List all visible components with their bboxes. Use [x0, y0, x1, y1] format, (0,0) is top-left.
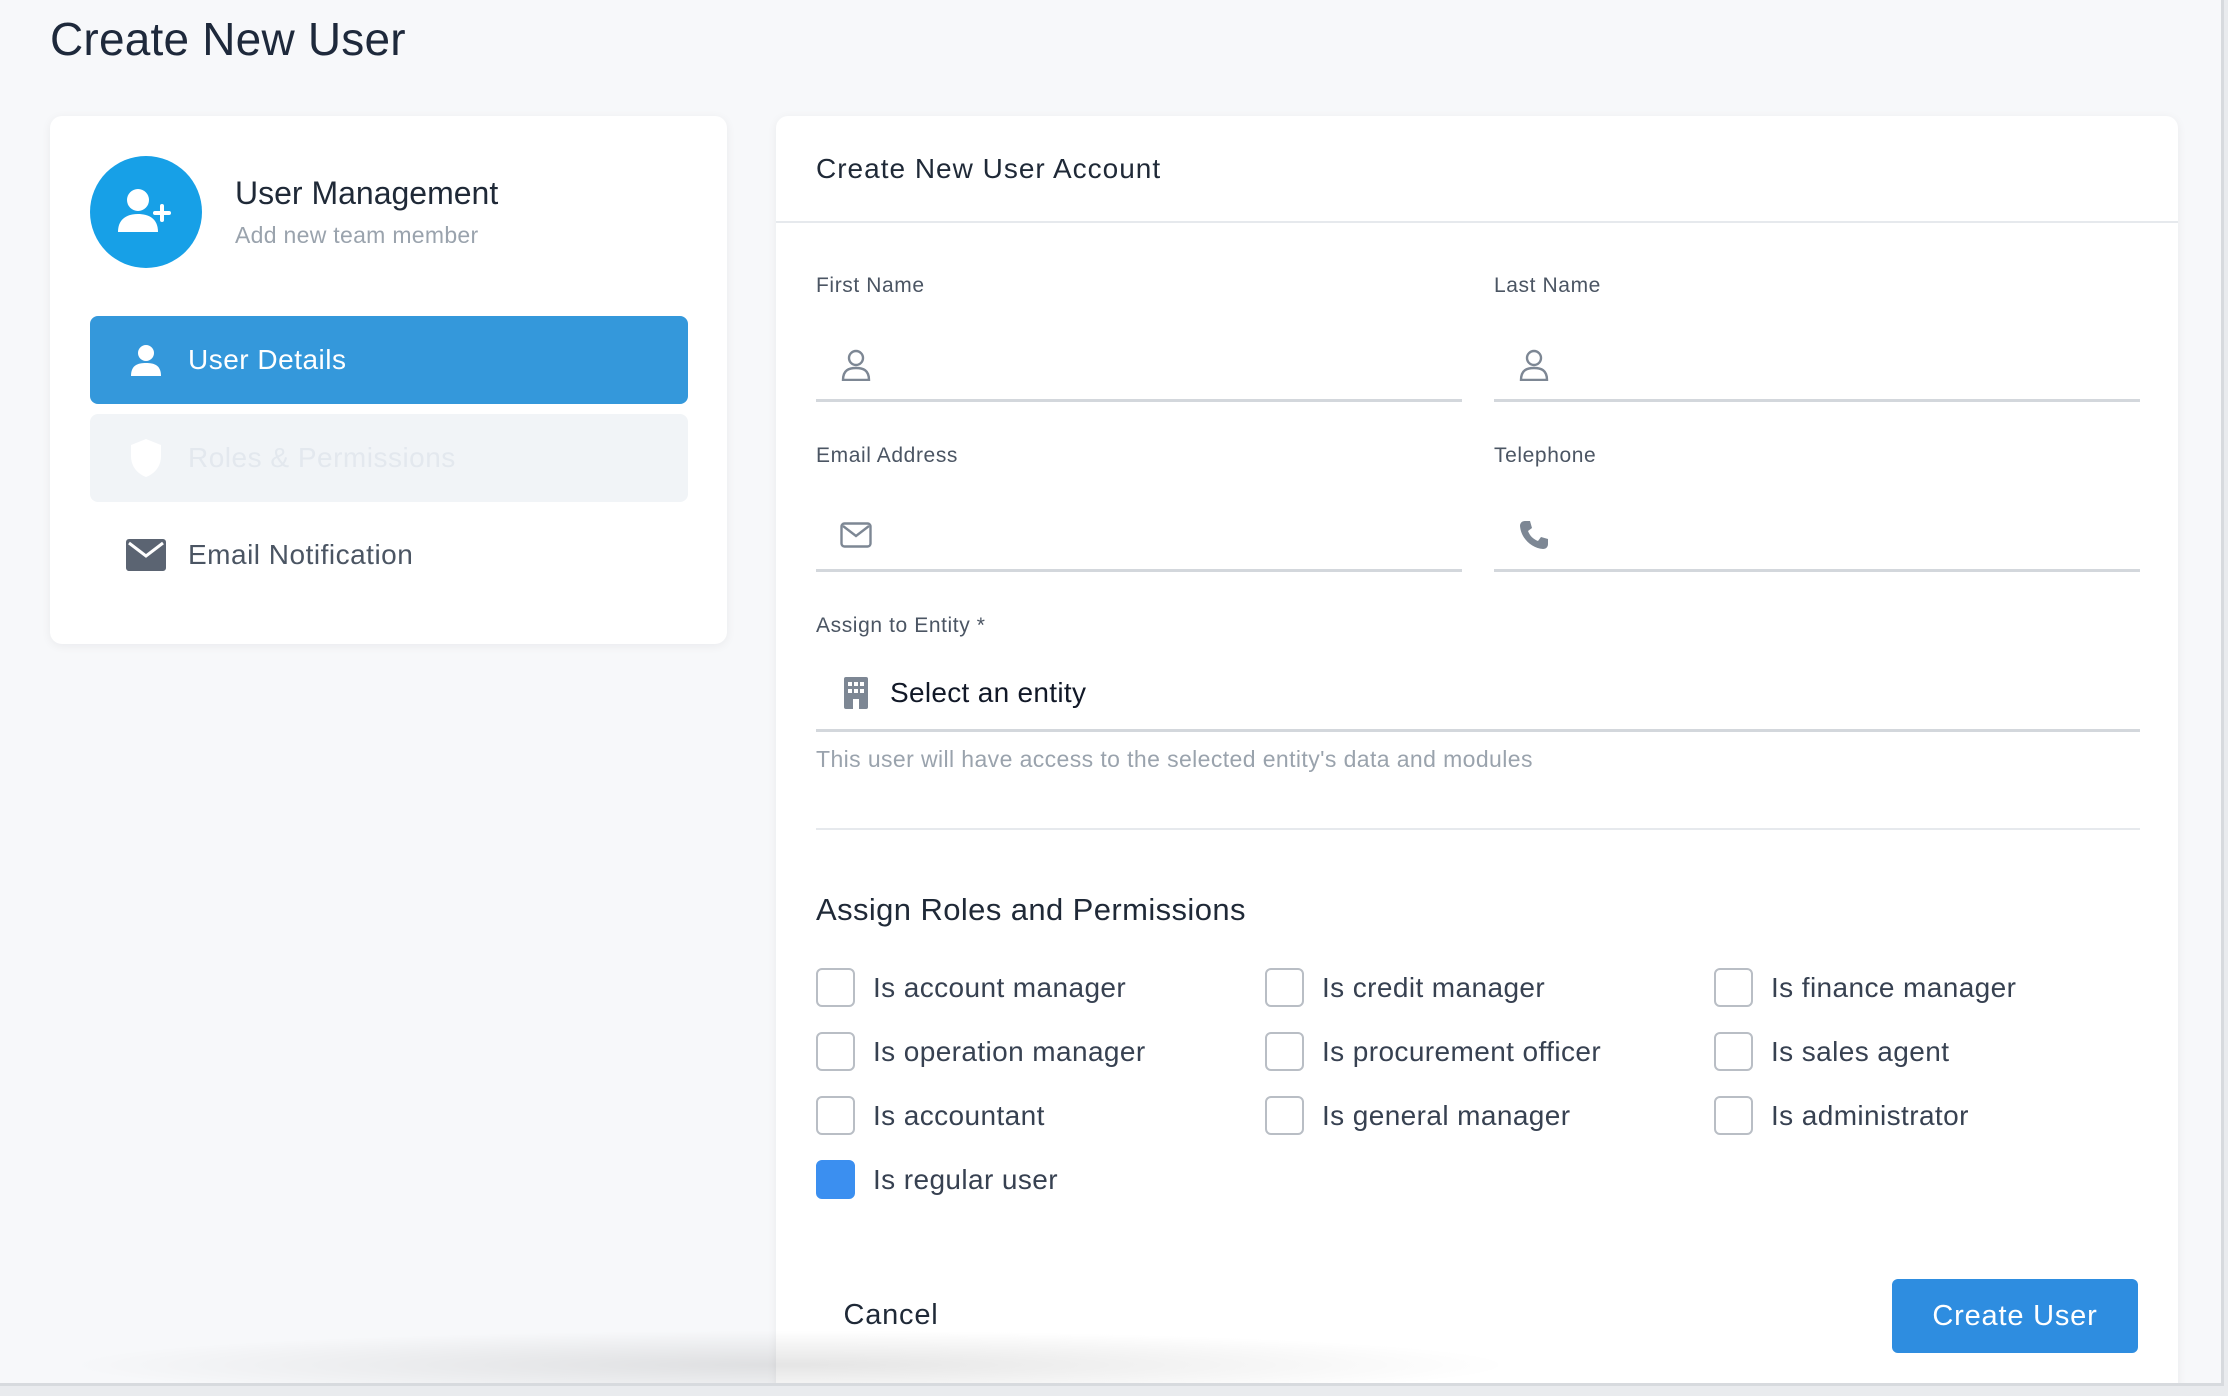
checkbox-box[interactable]	[1265, 1032, 1304, 1071]
checkbox-label: Is credit manager	[1322, 971, 1546, 1003]
checkbox-accountant[interactable]: Is accountant	[816, 1096, 1045, 1135]
checkbox-box[interactable]	[1265, 1096, 1304, 1135]
checkbox-administrator[interactable]: Is administrator	[1714, 1096, 1969, 1135]
first-name-input[interactable]	[888, 349, 1462, 380]
last-name-input[interactable]	[1566, 349, 2140, 380]
checkbox-sales-agent[interactable]: Is sales agent	[1714, 1032, 1949, 1071]
checkbox-box[interactable]	[816, 1032, 855, 1071]
checkbox-box-checked[interactable]	[816, 1160, 855, 1199]
checkbox-box[interactable]	[1714, 968, 1753, 1007]
user-outline-icon	[838, 347, 874, 383]
user-outline-icon	[1516, 347, 1552, 383]
add-user-icon	[90, 156, 202, 268]
checkbox-label: Is account manager	[873, 971, 1127, 1003]
checkbox-operation-manager[interactable]: Is operation manager	[816, 1032, 1146, 1071]
checkbox-finance-manager[interactable]: Is finance manager	[1714, 968, 2016, 1007]
sidebar-item-email-notification[interactable]: Email Notification	[90, 511, 688, 599]
entity-label: Assign to Entity *	[816, 614, 986, 637]
checkbox-label: Is regular user	[873, 1163, 1058, 1195]
checkbox-credit-manager[interactable]: Is credit manager	[1265, 968, 1545, 1007]
page-title: Create New User	[50, 13, 406, 65]
mail-outline-icon	[838, 517, 874, 553]
section-divider	[816, 828, 2140, 830]
checkbox-label: Is operation manager	[873, 1035, 1146, 1067]
checkbox-label: Is finance manager	[1771, 971, 2017, 1003]
email-label: Email Address	[816, 444, 959, 467]
first-name-label: First Name	[816, 274, 925, 297]
roles-section-title: Assign Roles and Permissions	[816, 892, 1246, 927]
last-name-label: Last Name	[1494, 274, 1601, 297]
checkbox-box[interactable]	[816, 968, 855, 1007]
telephone-label: Telephone	[1494, 444, 1597, 467]
last-name-field[interactable]	[1494, 330, 2140, 402]
checkbox-label: Is accountant	[873, 1099, 1045, 1131]
checkbox-general-manager[interactable]: Is general manager	[1265, 1096, 1570, 1135]
sidebar-header: User Management Add new team member	[90, 156, 498, 268]
telephone-input[interactable]	[1566, 519, 2140, 550]
sidebar-subtitle: Add new team member	[235, 222, 479, 248]
checkbox-label: Is administrator	[1771, 1099, 1969, 1131]
sidebar-card: User Management Add new team member User…	[50, 116, 727, 644]
checkbox-procurement-officer[interactable]: Is procurement officer	[1265, 1032, 1601, 1071]
checkbox-box[interactable]	[1714, 1032, 1753, 1071]
entity-select-value: Select an entity	[890, 676, 1087, 708]
checkbox-box[interactable]	[1265, 968, 1304, 1007]
sidebar-item-label: User Details	[188, 344, 347, 375]
building-icon	[838, 675, 874, 711]
phone-icon	[1516, 517, 1552, 553]
checkbox-account-manager[interactable]: Is account manager	[816, 968, 1126, 1007]
entity-select[interactable]: Select an entity	[816, 656, 2140, 732]
create-user-button[interactable]: Create User	[1892, 1279, 2138, 1353]
checkbox-regular-user[interactable]: Is regular user	[816, 1160, 1058, 1199]
first-name-field[interactable]	[816, 330, 1462, 402]
checkbox-label: Is general manager	[1322, 1099, 1571, 1131]
app-viewport: Create New User User Management Add new …	[0, 0, 2224, 1386]
shield-icon	[126, 438, 166, 478]
checkbox-label: Is sales agent	[1771, 1035, 1950, 1067]
telephone-field[interactable]	[1494, 500, 2140, 572]
bottom-shadow	[60, 1330, 1520, 1383]
form-title: Create New User Account	[816, 152, 1162, 184]
form-header: Create New User Account	[776, 116, 2178, 223]
sidebar-title: User Management	[235, 175, 499, 211]
sidebar-item-label: Email Notification	[188, 539, 414, 570]
entity-helper-text: This user will have access to the select…	[816, 746, 1533, 772]
sidebar-item-label: Roles & Permissions	[188, 442, 456, 473]
form-card: Create New User Account First Name Last …	[776, 116, 2178, 1383]
email-input[interactable]	[888, 519, 1462, 550]
sidebar-item-user-details[interactable]: User Details	[90, 316, 688, 404]
checkbox-label: Is procurement officer	[1322, 1035, 1602, 1067]
mail-icon	[126, 535, 166, 575]
checkbox-box[interactable]	[1714, 1096, 1753, 1135]
sidebar-item-roles-permissions[interactable]: Roles & Permissions	[90, 414, 688, 502]
user-icon	[126, 340, 166, 380]
checkbox-box[interactable]	[816, 1096, 855, 1135]
email-field[interactable]	[816, 500, 1462, 572]
